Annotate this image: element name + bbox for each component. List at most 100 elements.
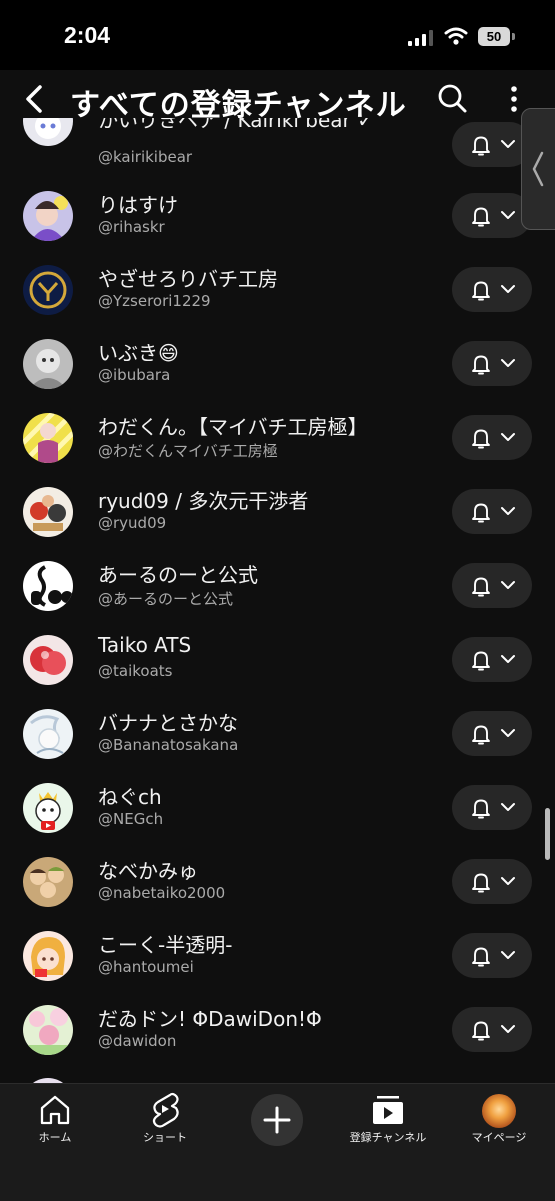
channel-handle: @taikoats — [98, 662, 173, 680]
channel-avatar[interactable] — [23, 783, 73, 833]
create-button[interactable] — [251, 1094, 303, 1146]
channel-row[interactable]: やざせろりバチ工房 @Yzserori1229 — [0, 265, 555, 339]
notification-bell-button[interactable] — [452, 711, 532, 756]
channel-avatar[interactable] — [23, 118, 73, 146]
channel-row[interactable]: バナナとさかな @Bananatosakana — [0, 709, 555, 783]
channel-name: こーく-半透明- — [98, 933, 233, 957]
more-vert-icon[interactable] — [508, 84, 520, 114]
bell-icon — [472, 136, 490, 156]
notification-bell-button[interactable] — [452, 415, 532, 460]
notification-bell-button[interactable] — [452, 1007, 532, 1052]
notification-bell-button[interactable] — [452, 341, 532, 386]
nav-label: マイページ — [471, 1131, 527, 1144]
chevron-down-icon — [501, 359, 515, 367]
notification-bell-button[interactable] — [452, 267, 532, 312]
channel-name: ねぐch — [98, 785, 162, 809]
channel-row[interactable]: かいりきベア / Kairiki bear ✓ @kairikibear — [0, 118, 555, 192]
notification-bell-button[interactable] — [452, 122, 532, 167]
chevron-down-icon — [501, 285, 515, 293]
side-panel-tab[interactable] — [521, 108, 555, 230]
channel-row[interactable]: ねぐch @NEGch — [0, 783, 555, 857]
bell-icon — [472, 503, 490, 523]
nav-label: ショート — [143, 1131, 187, 1144]
channel-handle: @あーるのーと公式 — [98, 590, 234, 608]
channel-row[interactable]: りはすけ @rihaskr — [0, 191, 555, 265]
channel-avatar[interactable] — [23, 857, 73, 907]
status-bar: 2:04 50 — [0, 0, 555, 70]
channel-handle: @kairikibear — [98, 148, 193, 166]
channel-handle: @rihaskr — [98, 218, 165, 236]
status-time: 2:04 — [64, 22, 111, 48]
nav-label: ホーム — [38, 1131, 72, 1144]
nav-you[interactable]: マイページ — [449, 1084, 549, 1164]
channel-name: Taiko ATS — [98, 633, 192, 657]
channel-row[interactable]: なべかみゅ @nabetaiko2000 — [0, 857, 555, 931]
bell-icon — [472, 799, 490, 819]
channel-avatar[interactable] — [23, 191, 73, 241]
channel-row[interactable]: Taiko ATS @taikoats — [0, 633, 555, 709]
nav-subscriptions[interactable]: 登録チャンネル — [338, 1084, 438, 1164]
shorts-icon — [152, 1092, 179, 1128]
bell-icon — [472, 207, 490, 227]
channel-row[interactable]: こーく-半透明- @hantoumei — [0, 931, 555, 1005]
cellular-signal-icon — [408, 30, 433, 46]
channel-handle: @わだくんマイバチ工房極 — [98, 442, 278, 460]
bell-icon — [472, 355, 490, 375]
chevron-down-icon — [501, 507, 515, 515]
channel-row[interactable]: いぶき😄 @ibubara — [0, 339, 555, 413]
notification-bell-button[interactable] — [452, 785, 532, 830]
chevron-down-icon — [501, 140, 515, 148]
bell-icon — [472, 725, 490, 745]
chevron-down-icon — [501, 655, 515, 663]
search-icon[interactable] — [436, 82, 468, 114]
channel-name: いぶき😄 — [98, 341, 179, 365]
bell-icon — [472, 429, 490, 449]
notification-bell-button[interactable] — [452, 563, 532, 608]
notification-bell-button[interactable] — [452, 489, 532, 534]
channel-avatar[interactable] — [23, 413, 73, 463]
channel-name: あーるのーと公式 — [98, 563, 258, 587]
bell-icon — [472, 281, 490, 301]
channel-avatar[interactable] — [23, 931, 73, 981]
channel-row[interactable]: わだくん。【マイバチ工房極】 @わだくんマイバチ工房極 — [0, 413, 555, 487]
plus-icon — [263, 1106, 291, 1134]
bell-icon — [472, 873, 490, 893]
channel-avatar[interactable] — [23, 1005, 73, 1055]
chevron-down-icon — [501, 729, 515, 737]
chevron-down-icon — [501, 1025, 515, 1033]
notification-bell-button[interactable] — [452, 933, 532, 978]
bell-icon — [472, 947, 490, 967]
back-arrow-icon[interactable] — [20, 82, 50, 116]
chevron-down-icon — [501, 581, 515, 589]
scrollbar-thumb[interactable] — [545, 808, 550, 860]
profile-avatar — [482, 1094, 516, 1128]
channel-name: かいりきベア / Kairiki bear ✓ — [98, 118, 374, 132]
notification-bell-button[interactable] — [452, 859, 532, 904]
battery-icon: 50 — [478, 27, 510, 46]
channel-name: なべかみゅ — [98, 859, 198, 883]
channel-avatar[interactable] — [23, 339, 73, 389]
nav-home[interactable]: ホーム — [5, 1084, 105, 1164]
channel-row[interactable]: だゐドン! ΦDawiDon!Φ @dawidon — [0, 1005, 555, 1079]
channel-avatar[interactable] — [23, 561, 73, 611]
channel-avatar[interactable] — [23, 635, 73, 685]
bell-icon — [472, 651, 490, 671]
chevron-down-icon — [501, 803, 515, 811]
notification-bell-button[interactable] — [452, 193, 532, 238]
channel-name: りはすけ — [98, 193, 178, 217]
channel-handle: @NEGch — [98, 810, 164, 828]
channel-name: わだくん。【マイバチ工房極】 — [98, 415, 368, 439]
channel-row[interactable]: ryud09 / 多次元干渉者 @ryud09 — [0, 487, 555, 561]
channel-name: ryud09 / 多次元干渉者 — [98, 489, 309, 513]
channel-avatar[interactable] — [23, 265, 73, 315]
home-icon — [40, 1095, 70, 1125]
channel-row[interactable]: あーるのーと公式 @あーるのーと公式 — [0, 561, 555, 635]
channel-handle: @dawidon — [98, 1032, 177, 1050]
nav-shorts[interactable]: ショート — [115, 1084, 215, 1164]
channel-handle: @ibubara — [98, 366, 171, 384]
nav-label: 登録チャンネル — [349, 1131, 427, 1144]
chevron-down-icon — [501, 211, 515, 219]
channel-avatar[interactable] — [23, 487, 73, 537]
channel-avatar[interactable] — [23, 709, 73, 759]
notification-bell-button[interactable] — [452, 637, 532, 682]
